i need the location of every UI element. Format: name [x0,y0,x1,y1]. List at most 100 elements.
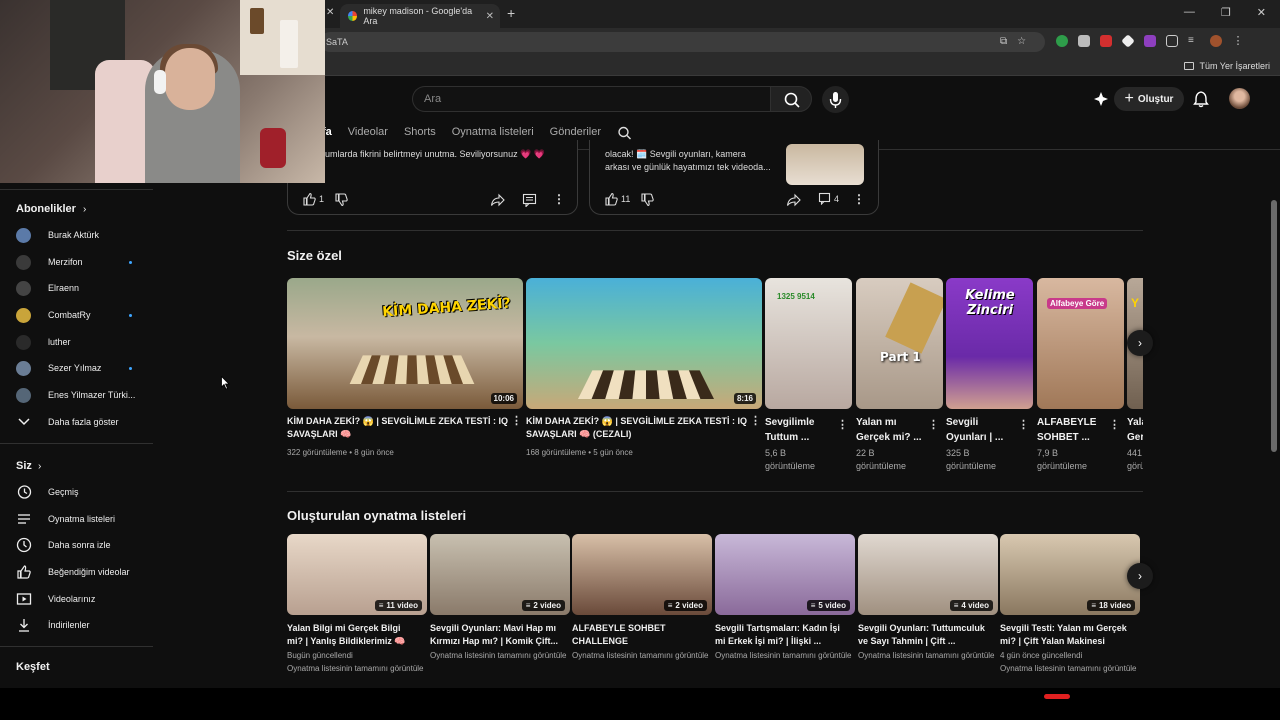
more-icon[interactable]: ⋮ [928,418,939,431]
minimize-icon[interactable]: — [1184,6,1195,19]
tab-close-icon[interactable]: ✕ [326,7,334,18]
maximize-icon[interactable]: ❐ [1221,6,1231,19]
more-icon[interactable]: ⋮ [853,192,865,206]
video-thumbnail[interactable]: 8:16 [526,278,762,409]
sidebar-sub-merzifon[interactable]: Merzifon [16,251,146,273]
extension-icon[interactable] [1056,35,1068,47]
search-button[interactable] [770,86,812,112]
playlist-title[interactable]: Sevgili Oyunları: Tuttumculuk ve Sayı Tah… [858,622,998,648]
post-image[interactable] [786,144,864,185]
sidebar-sub-enes[interactable]: Enes Yilmazer Türki... [16,384,146,406]
bookmark-star-icon[interactable]: ☆ [1017,36,1026,47]
playlist-title[interactable]: Sevgili Tartışmaları: Kadın İşi mi Erkek … [715,622,855,648]
install-icon[interactable]: ⧉ [1000,36,1007,47]
playlist-meta[interactable]: Oynatma listesinin tamamını görüntüle [715,649,855,662]
video-title[interactable]: KİM DAHA ZEKİ? 😱 | SEVGİLİMLE ZEKA TESTİ… [526,415,748,441]
playlist-thumbnail[interactable]: ≡ 2 video [430,534,570,615]
share-icon[interactable] [490,193,505,207]
sidebar-item-downloads[interactable]: İndirilenler [16,614,146,636]
shield-icon[interactable] [1078,35,1090,47]
playlist-title[interactable]: Sevgili Oyunları: Mavi Hap mı Kırmızı Hap… [430,622,570,648]
extension-icon[interactable] [1144,35,1156,47]
sidebar-item-playlists[interactable]: Oynatma listeleri [16,508,146,530]
comment-icon[interactable] [522,193,537,207]
short-thumbnail[interactable]: 1325 9514 [765,278,852,409]
tab-close-icon[interactable]: ✕ [486,11,494,22]
you-header[interactable]: Siz › [16,460,41,472]
playlist-title[interactable]: ALFABEYLE SOHBET CHALLENGE [572,622,712,648]
puzzle-icon[interactable] [1166,35,1178,47]
playlist-title[interactable]: Sevgili Testi: Yalan mı Gerçek mi? | Çift… [1000,622,1140,648]
video-title[interactable]: KİM DAHA ZEKİ? 😱 | SEVGİLİMLE ZEKA TESTİ… [287,415,509,441]
playlist-meta[interactable]: Oynatma listesinin tamamını görüntüle [858,649,998,662]
short-thumbnail[interactable]: Alfabeye Göre [1037,278,1124,409]
dislike-icon[interactable] [640,193,654,207]
playlist-thumbnail[interactable]: ≡ 2 video [572,534,712,615]
more-icon[interactable]: ⋮ [750,414,761,427]
playlist-thumbnail[interactable]: ≡ 4 video [858,534,998,615]
short-thumbnail[interactable]: Kelime Zinciri [946,278,1033,409]
more-icon[interactable]: ⋮ [837,418,848,431]
channel-search-icon[interactable] [617,126,633,140]
sidebar-sub-combatry[interactable]: CombatRy [16,304,146,326]
show-more-button[interactable]: Daha fazla göster [16,411,146,433]
playlist-meta[interactable]: 4 gün önce güncellendi Oynatma listesinin… [1000,649,1140,675]
page-scrollbar[interactable] [1271,200,1277,452]
extension-icon[interactable] [1100,35,1112,47]
comments-button[interactable]: 4 [818,192,839,205]
media-icon[interactable]: ≡ [1188,35,1200,47]
community-post[interactable]: umlarda fikrini belirtmeyi unutma. Sevil… [287,140,578,215]
tab-playlists[interactable]: Oynatma listeleri [452,126,534,140]
voice-search-button[interactable] [822,86,849,113]
address-input[interactable]: SaTA [320,32,1045,52]
sidebar-item-history[interactable]: Geçmiş [16,481,146,503]
more-icon[interactable]: ⋮ [1109,418,1120,431]
sidebar-sub-sezer[interactable]: Sezer Yılmaz [16,357,146,379]
short-thumbnail[interactable]: Part 1 [856,278,943,409]
short-title[interactable]: ALFABEYLE SOHBET ... [1037,415,1107,445]
more-icon[interactable]: ⋮ [553,192,565,206]
more-icon[interactable]: ⋮ [511,414,522,427]
new-tab-icon[interactable]: + [507,5,515,21]
menu-icon[interactable]: ⋮ [1232,35,1244,47]
community-post[interactable]: olacak! 🗓️ Sevgili oyunları, kamera arka… [589,140,879,215]
subscriptions-header[interactable]: Abonelikler › [16,203,86,215]
short-title[interactable]: Sevgili Oyunları | ... [946,415,1016,445]
playlist-thumbnail[interactable]: ≡ 18 video [1000,534,1140,615]
sidebar-sub-luther[interactable]: luther [16,331,146,353]
sidebar-sub-burak[interactable]: Burak Aktürk [16,224,146,246]
short-title[interactable]: Yalan mı Gerçek mi? ... [856,415,926,445]
notifications-icon[interactable] [1192,90,1210,108]
browser-tab[interactable]: mikey madison - Google'da Ara ✕ [340,4,500,28]
short-title[interactable]: YalaGer [1127,415,1143,445]
playlist-meta[interactable]: Oynatma listesinin tamamını görüntüle [572,649,712,662]
playlist-thumbnail[interactable]: ≡ 11 video [287,534,427,615]
video-thumbnail[interactable]: KİM DAHA ZEKİ? 10:06 [287,278,523,409]
tab-videos[interactable]: Videolar [348,126,388,140]
profile-avatar[interactable] [1210,35,1222,47]
like-button[interactable]: 11 [604,192,630,206]
create-button[interactable]: + Oluştur [1114,87,1184,111]
tab-posts[interactable]: Gönderiler [550,126,601,140]
more-icon[interactable]: ⋮ [1018,418,1029,431]
sidebar-item-watch-later[interactable]: Daha sonra izle [16,534,146,556]
sidebar-sub-elraenn[interactable]: Elraenn [16,277,146,299]
playlist-meta[interactable]: Oynatma listesinin tamamını görüntüle [430,649,570,662]
playlist-meta[interactable]: Bugün güncellendi Oynatma listesinin tama… [287,649,427,675]
diamond-icon[interactable] [1121,34,1135,48]
sidebar-item-liked[interactable]: Beğendiğim videolar [16,561,146,583]
account-avatar[interactable] [1229,88,1250,109]
gemini-sparkle-icon[interactable] [1092,91,1110,107]
like-button[interactable]: 1 [302,192,324,206]
all-bookmarks[interactable]: Tüm Yer İşaretleri [1184,61,1270,71]
search-input[interactable]: Ara [412,86,770,112]
carousel-next-button[interactable]: › [1127,563,1153,589]
playlist-title[interactable]: Yalan Bilgi mi Gerçek Bilgi mi? | Yanlış … [287,622,427,648]
short-title[interactable]: Sevgilimle Tuttum ... [765,415,835,445]
share-icon[interactable] [786,193,801,207]
playlist-thumbnail[interactable]: ≡ 5 video [715,534,855,615]
carousel-next-button[interactable]: › [1127,330,1153,356]
close-window-icon[interactable]: ✕ [1257,6,1266,19]
tab-shorts[interactable]: Shorts [404,126,436,140]
dislike-icon[interactable] [334,193,348,207]
